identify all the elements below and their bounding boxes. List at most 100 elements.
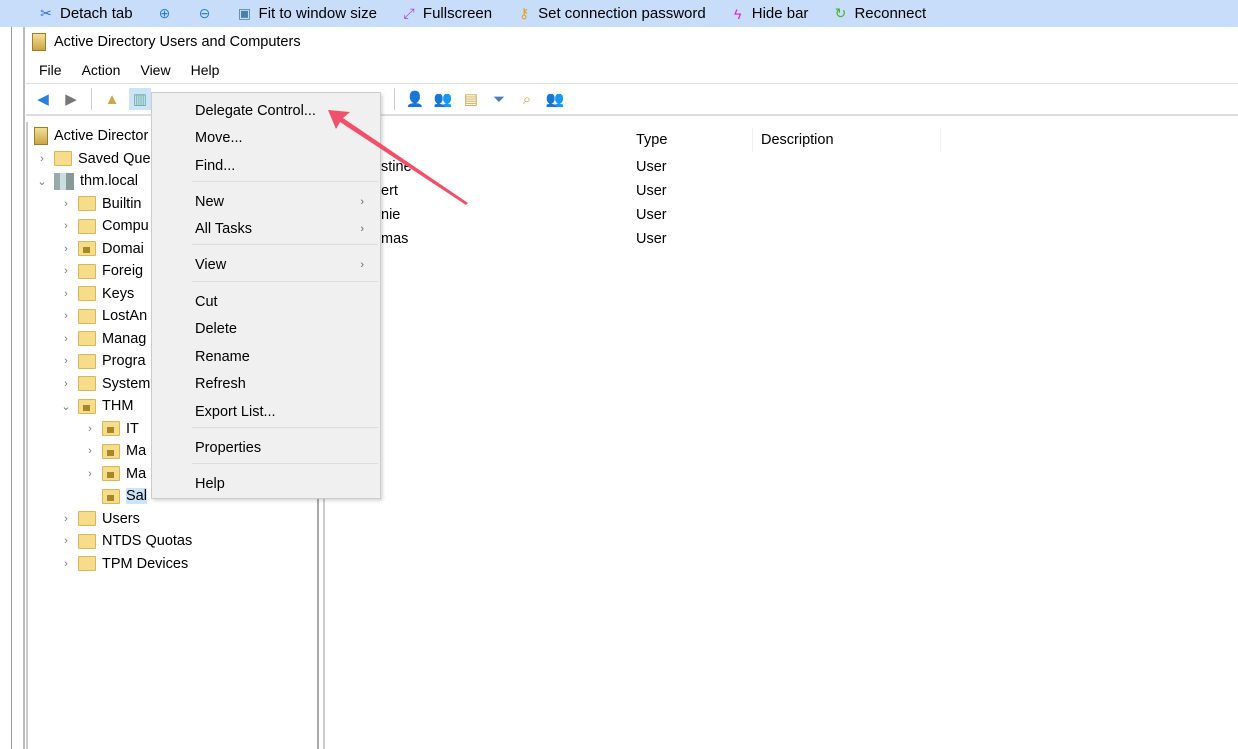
menu-view[interactable]: View [140,62,170,78]
tree-node[interactable]: › NTDS Quotas [60,530,192,552]
user-name-cell: nie [381,207,401,223]
context-menu-item-view[interactable]: View › [152,253,380,277]
chevron-right-icon[interactable]: › [60,535,72,547]
remote-bar-label: Set connection password [538,5,706,22]
chevron-right-icon[interactable]: › [36,153,48,165]
context-menu-item-export-list[interactable]: Export List... [152,400,380,424]
remote-bar-hide-bar-button[interactable]: ϟ Hide bar [730,5,809,22]
chevron-right-icon[interactable]: › [84,468,96,480]
folder-icon [78,218,96,234]
remote-bar-reconnect-button[interactable]: ↻ Reconnect [832,5,927,22]
tree-node-label: LostAn [102,308,148,324]
context-menu-item-delegate-control[interactable]: Delegate Control... [152,99,380,123]
context-menu-item-cut[interactable]: Cut [152,290,380,314]
tree-node-label: Builtin [102,195,142,212]
tree-node[interactable]: ⌄ thm.local [36,170,138,192]
ou-folder-icon [102,443,120,459]
chevron-right-icon[interactable]: › [60,558,72,570]
chevron-right-icon[interactable]: › [60,333,72,345]
ou-folder-icon [102,421,120,436]
user-type-cell: User [636,159,667,175]
menu-help[interactable]: Help [191,62,220,78]
context-menu-item-all-tasks[interactable]: All Tasks › [152,217,380,241]
tree-node[interactable]: Active Director [34,125,148,147]
context-menu-item-move[interactable]: Move... [152,126,380,150]
menu-item-label: New [195,194,225,210]
tree-node[interactable]: › Builtin [60,193,142,215]
tree-node[interactable]: › Ma [84,463,146,485]
tree-node-label: Ma [126,443,147,459]
tree-node[interactable]: › TPM Devices [60,553,188,575]
forward-arrow-icon[interactable]: ▶ [60,88,82,110]
new-ou-icon[interactable]: ▤ [460,88,482,110]
context-menu-item-rename[interactable]: Rename [152,345,380,369]
tree-node[interactable]: › Domai [60,238,144,260]
chevron-right-icon[interactable]: › [60,198,72,210]
chevron-right-icon[interactable]: › [60,220,72,232]
chevron-right-icon[interactable]: › [60,355,72,367]
chevron-right-icon[interactable]: › [60,265,72,277]
remote-bar-zoom-out-button[interactable]: ⊖ [197,5,213,22]
tree-node[interactable]: › Saved Que [36,148,150,170]
context-menu-item-refresh[interactable]: Refresh [152,372,380,396]
remote-bar-label: Fit to window size [258,5,377,22]
details-pane: Type Description stine User ert User nie User… [323,122,1238,749]
new-group-icon[interactable]: 👥 [432,88,454,110]
context-menu-item-new[interactable]: New › [152,190,380,214]
chevron-right-icon[interactable]: › [84,445,96,457]
show-hide-console-tree-icon[interactable]: ▥ [129,88,151,110]
context-menu-item-help[interactable]: Help [152,472,380,496]
remote-bar-zoom-in-button[interactable]: ⊕ [157,5,173,22]
menu-separator [192,427,378,428]
tree-node[interactable]: › IT [84,418,139,440]
chevron-down-icon[interactable]: ⌄ [36,175,48,188]
remote-bar-label: Hide bar [751,5,809,22]
domain-icon [54,172,74,190]
menu-item-label: Export List... [195,404,276,420]
context-menu-item-find[interactable]: Find... [152,154,380,178]
tree-node[interactable]: › Ma [84,440,146,462]
tree-node-label: Keys [102,285,135,302]
tree-node[interactable]: › Manag [60,328,146,350]
column-header-description[interactable]: Description [753,128,941,152]
tree-node[interactable]: › Users [60,508,140,530]
remote-bar-label: Reconnect [854,5,927,22]
back-arrow-icon[interactable]: ◀ [32,88,54,110]
remote-bar-fullscreen-button[interactable]: ⤢ Fullscreen [401,5,492,22]
chevron-right-icon[interactable]: › [84,423,96,435]
find-icon[interactable]: ⌕ [516,88,538,110]
chevron-right-icon[interactable]: › [60,243,72,255]
add-to-group-icon[interactable]: 👥 [544,88,566,110]
tree-node[interactable]: › Progra [60,350,145,372]
tree-node-label: Active Director [54,128,149,144]
chevron-right-icon[interactable]: › [60,310,72,322]
menu-separator [192,181,378,182]
menu-action[interactable]: Action [82,62,121,78]
chevron-right-icon[interactable]: › [60,378,72,390]
tree-node[interactable]: › System [60,373,150,395]
chevron-right-icon[interactable]: › [60,513,72,525]
chevron-down-icon[interactable]: ⌄ [60,400,72,413]
menu-file[interactable]: File [39,62,62,78]
up-folder-icon[interactable]: ▲ [101,88,123,110]
context-menu-item-delete[interactable]: Delete [152,317,380,341]
tree-node[interactable]: Sal [84,485,147,507]
tree-node[interactable]: ⌄ THM [60,395,133,417]
tree-node[interactable]: › Keys [60,283,134,305]
chevron-right-icon[interactable]: › [60,288,72,300]
ou-folder-icon [102,488,120,504]
folder-icon [78,263,96,279]
tree-node[interactable]: › Compu [60,215,149,237]
remote-bar-set-connection-password-button[interactable]: ⚷ Set connection password [516,5,706,22]
remote-bar-detach-tab-button[interactable]: ✂ Detach tab [38,5,132,22]
filter-icon[interactable]: ⏷ [488,88,510,110]
context-menu-item-properties[interactable]: Properties [152,436,380,460]
column-header-type[interactable]: Type [628,128,753,152]
tree-node[interactable]: › Foreig [60,260,143,282]
folder-icon [54,151,72,166]
context-menu: Delegate Control... Move... Find... New › All… [151,92,381,499]
user-type-cell: User [636,183,667,199]
remote-bar-fit-to-window-size-button[interactable]: ▣ Fit to window size [237,5,377,22]
new-user-icon[interactable]: 👤 [404,88,426,110]
tree-node[interactable]: › LostAn [60,305,147,327]
